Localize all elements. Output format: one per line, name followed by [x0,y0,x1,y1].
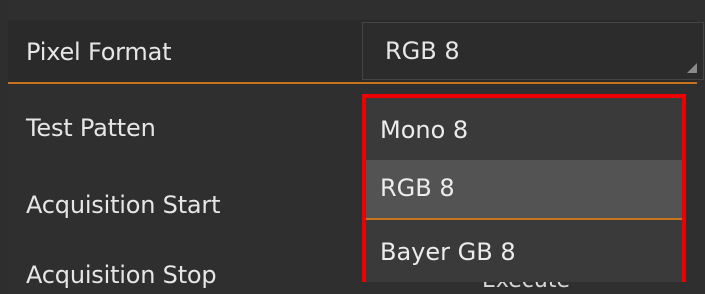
property-panel-canvas: Pixel Format RGB 8 Test Patten Acquisiti… [0,0,705,294]
dropdown-option-mono-8[interactable]: Mono 8 [366,100,682,160]
pixel-format-select[interactable]: RGB 8 [362,22,704,80]
pixel-format-label: Pixel Format [26,38,172,66]
acquisition-start-label: Acquisition Start [26,191,221,219]
pixel-format-dropdown-list[interactable]: Mono 8 RGB 8 Bayer GB 8 [362,94,686,282]
acquisition-stop-label: Acquisition Stop [26,261,217,289]
pixel-format-value: RGB 8 [385,37,460,65]
dropdown-option-rgb-8[interactable]: RGB 8 [366,160,682,220]
test-pattern-label: Test Patten [26,114,156,142]
dropdown-corner-icon [687,63,697,73]
pixel-format-row[interactable]: Pixel Format RGB 8 [8,20,704,84]
dropdown-option-bayer-gb-8[interactable]: Bayer GB 8 [366,222,682,282]
